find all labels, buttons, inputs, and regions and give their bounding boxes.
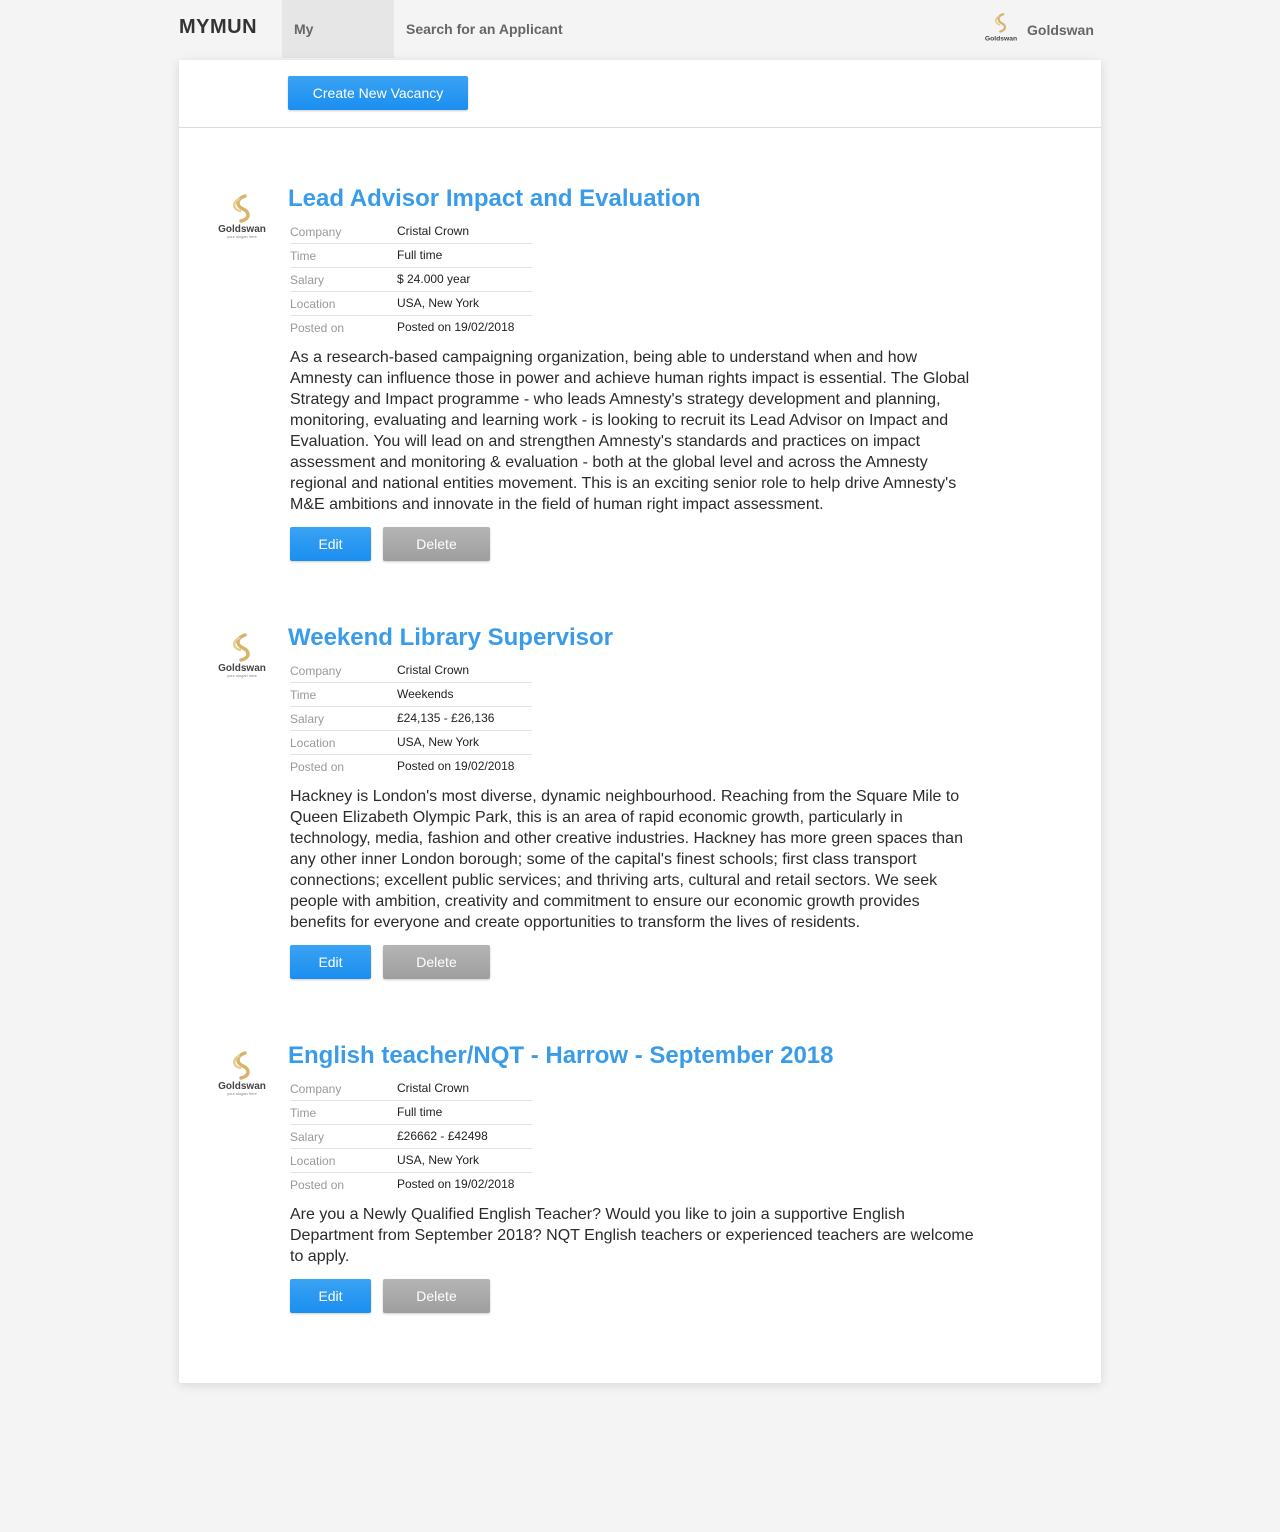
time-value: Full time [397, 248, 443, 262]
vacancy-description: Hackney is London's most diverse, dynami… [290, 788, 963, 931]
time-label: Time [290, 1106, 317, 1120]
posted-label: Posted on [290, 1178, 345, 1192]
top-nav: MYMUN My Vacancies Search for an Applica… [0, 0, 1280, 95]
brand-logo[interactable]: MYMUN [179, 16, 257, 39]
vacancies-card: Create New Vacancy Goldswan your slogan … [179, 60, 1101, 1383]
delete-button[interactable]: Delete [383, 1279, 490, 1313]
salary-value: £24,135 - £26,136 [397, 711, 495, 725]
vacancy-title[interactable]: Weekend Library Supervisor [288, 623, 613, 653]
company-logo-icon: Goldswan your slogan here [218, 1051, 266, 1096]
time-value: Full time [397, 1105, 443, 1119]
company-label: Company [290, 1082, 342, 1096]
location-value: USA, New York [397, 735, 480, 749]
location-label: Location [290, 736, 336, 750]
vacancy-title[interactable]: English teacher/NQT - Harrow - September… [288, 1041, 834, 1071]
salary-value: £26662 - £42498 [397, 1129, 488, 1143]
company-logo-icon: Goldswan your slogan here [218, 194, 266, 239]
time-label: Time [290, 249, 317, 263]
salary-value: $ 24.000 year [397, 272, 471, 286]
vacancy-details: Company Cristal Crown Time Full time Salar… [290, 220, 532, 339]
nav-tab-my-vacancies[interactable]: My Vacancies [282, 0, 394, 95]
company-label: Company [290, 225, 342, 239]
salary-label: Salary [290, 273, 325, 287]
time-value: Weekends [397, 687, 454, 701]
company-logo-icon: Goldswan your slogan here [218, 633, 266, 678]
user-name[interactable]: Goldswan [1027, 22, 1094, 38]
company-value: Cristal Crown [397, 224, 470, 238]
edit-button[interactable]: Edit [290, 527, 371, 561]
location-label: Location [290, 1154, 336, 1168]
edit-button[interactable]: Edit [290, 1279, 371, 1313]
svg-text:your slogan here: your slogan here [227, 673, 258, 678]
create-vacancy-button[interactable]: Create New Vacancy [288, 76, 468, 110]
vacancy-details: Company Cristal Crown Time Weekends Salary… [290, 659, 532, 778]
posted-value: Posted on 19/02/2018 [397, 320, 515, 334]
company-value: Cristal Crown [397, 1081, 470, 1095]
vacancy-description: Are you a Newly Qualified English Teache… [290, 1206, 974, 1265]
svg-text:your slogan here: your slogan here [227, 234, 258, 239]
time-label: Time [290, 688, 317, 702]
delete-button[interactable]: Delete [383, 527, 490, 561]
delete-button[interactable]: Delete [383, 945, 490, 979]
company-value: Cristal Crown [397, 663, 470, 677]
salary-label: Salary [290, 712, 325, 726]
posted-label: Posted on [290, 321, 345, 335]
posted-label: Posted on [290, 760, 345, 774]
edit-button[interactable]: Edit [290, 945, 371, 979]
posted-value: Posted on 19/02/2018 [397, 1177, 515, 1191]
svg-text:your slogan here: your slogan here [227, 1091, 258, 1096]
salary-label: Salary [290, 1130, 325, 1144]
goldswan-logo-icon: Goldswan [985, 13, 1017, 43]
vacancy-description: As a research-based campaigning organiza… [290, 349, 970, 513]
vacancy-title[interactable]: Lead Advisor Impact and Evaluation [288, 184, 701, 214]
company-label: Company [290, 664, 342, 678]
location-value: USA, New York [397, 1153, 480, 1167]
posted-value: Posted on 19/02/2018 [397, 759, 515, 773]
nav-tab-search-applicant[interactable]: Search for an Applicant [394, 0, 575, 58]
location-value: USA, New York [397, 296, 480, 310]
svg-text:Goldswan: Goldswan [985, 36, 1017, 43]
vacancy-details: Company Cristal Crown Time Full time Salar… [290, 1077, 532, 1196]
location-label: Location [290, 297, 336, 311]
card-toolbar: Create New Vacancy [179, 60, 1101, 128]
